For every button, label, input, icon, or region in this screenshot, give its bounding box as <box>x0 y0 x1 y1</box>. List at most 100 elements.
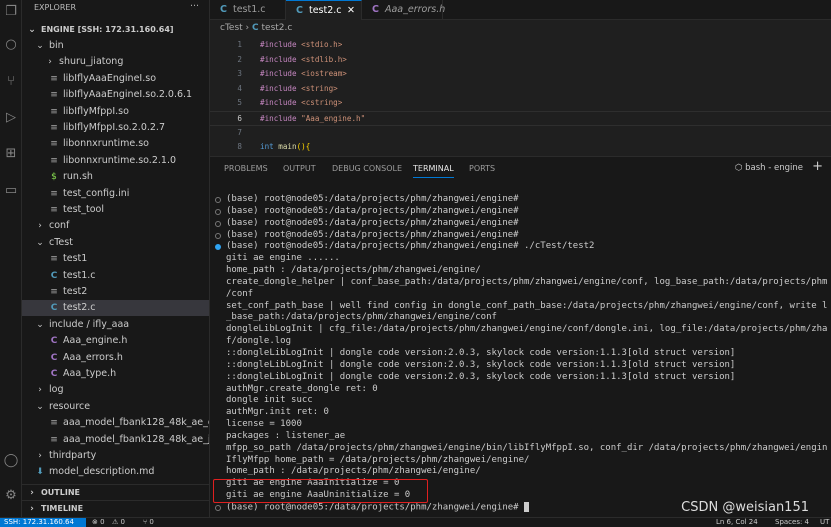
tree-item[interactable]: ≡ test1 <box>22 251 209 267</box>
new-terminal-button[interactable]: + <box>812 159 823 174</box>
run-debug-icon[interactable]: ▷ <box>2 110 20 125</box>
c-header-icon: C <box>50 336 58 347</box>
activity-bar: ❐ ○ ⑂ ▷ ⊞ ▭ ◯ ⚙ <box>0 0 22 517</box>
tree-item[interactable]: ≡ libIflyMfppI.so <box>22 104 209 120</box>
tree-item[interactable]: › shuru_jiatong <box>22 54 209 70</box>
c-header-icon: C <box>372 4 379 15</box>
tree-item[interactable]: ≡ aaa_model_fbank128_48k_ae_jians... <box>22 432 209 448</box>
tree-item[interactable]: ≡ aaa_model_fbank128_48k_ae_dianji... <box>22 415 209 431</box>
tree-item[interactable]: C Aaa_errors.h <box>22 350 209 366</box>
tree-item[interactable]: ≡ libonnxruntime.so.2.1.0 <box>22 153 209 169</box>
outline-section[interactable]: › OUTLINE <box>22 484 209 500</box>
tab-test1-c[interactable]: Ctest1.c <box>210 0 286 20</box>
tree-item[interactable]: ⌄ bin <box>22 38 209 54</box>
tree-item-label: test2.c <box>63 302 96 314</box>
account-icon[interactable]: ◯ <box>2 453 20 468</box>
terminal-line: license = 1000 <box>215 419 827 431</box>
tree-item[interactable]: ≡ libIflyAaaEngineI.so <box>22 71 209 87</box>
chevron-down-icon: ⌄ <box>36 237 44 248</box>
tab-aaa-errors-h[interactable]: C Aaa_errors.h <box>362 0 445 20</box>
tree-item[interactable]: $ run.sh <box>22 169 209 185</box>
terminal-cursor <box>524 501 530 512</box>
close-icon[interactable]: ✕ <box>347 1 355 20</box>
panel-tab-output[interactable]: OUTPUT <box>283 164 316 173</box>
code-line[interactable]: 1 #include <stdio.h> <box>210 38 831 53</box>
more-actions-button[interactable]: ··· <box>190 1 199 12</box>
breadcrumb-file[interactable]: test2.c <box>262 23 293 33</box>
tree-item[interactable]: › conf <box>22 218 209 234</box>
tree-item[interactable]: C Aaa_type.h <box>22 366 209 382</box>
panel-tab-debug-console[interactable]: DEBUG CONSOLE <box>332 164 402 173</box>
gear-icon[interactable]: ⚙ <box>2 488 20 503</box>
terminal-line: authMgr.create_dongle ret: 0 <box>215 384 827 396</box>
tree-item[interactable]: › log <box>22 382 209 398</box>
ports-count[interactable]: ⑂ 0 <box>143 518 154 526</box>
chevron-right-icon: › <box>38 385 42 396</box>
bottom-panel: PROBLEMS OUTPUT DEBUG CONSOLE TERMINAL PORTS… <box>210 156 831 517</box>
command-decoration-icon[interactable] <box>215 504 221 511</box>
indentation[interactable]: Spaces: 4 <box>775 518 809 526</box>
tree-item[interactable]: ≡ test2 <box>22 284 209 300</box>
preprocessor-directive: #include <box>260 83 297 93</box>
code-line[interactable]: 5 #include <cstring> <box>210 96 831 111</box>
tree-item[interactable]: C Aaa_engine.h <box>22 333 209 349</box>
code-line[interactable]: 6 #include "Aaa_engine.h" <box>210 110 831 126</box>
tree-item[interactable]: ⌄ resource <box>22 399 209 415</box>
workspace-root[interactable]: ⌄ ENGINE [SSH: 172.31.160.64] <box>22 22 209 38</box>
command-decoration-icon[interactable] <box>215 220 221 227</box>
tree-item[interactable]: ≡ libIflyMfppI.so.2.0.2.7 <box>22 120 209 136</box>
search-icon[interactable]: ○ <box>2 37 20 52</box>
tree-item[interactable]: › thirdparty <box>22 448 209 464</box>
encoding[interactable]: UT <box>820 518 829 526</box>
command-decoration-icon[interactable] <box>215 197 221 203</box>
code-line[interactable]: 7 <box>210 126 831 141</box>
tree-item[interactable]: ≡ libonnxruntime.so <box>22 136 209 152</box>
panel-tab-problems[interactable]: PROBLEMS <box>224 164 268 173</box>
command-decoration-icon[interactable] <box>215 232 221 239</box>
tree-item[interactable]: ⌄ cTest <box>22 235 209 251</box>
tree-item[interactable]: Ctest2.c <box>22 300 209 317</box>
tree-item-label: Aaa_engine.h <box>63 335 128 347</box>
chevron-down-icon: ⌄ <box>36 319 44 330</box>
code-line[interactable]: 4 #include <string> <box>210 82 831 97</box>
line-number: 2 <box>237 54 242 64</box>
explorer-title: EXPLORER <box>34 3 76 12</box>
timeline-section[interactable]: › TIMELINE <box>22 500 209 516</box>
tab-test2-c[interactable]: Ctest2.c ✕ <box>286 0 362 20</box>
code-lines[interactable]: 1 #include <stdio.h> 2 #include <stdlib.h> 3… <box>210 38 831 155</box>
breadcrumb-folder[interactable]: cTest <box>220 23 243 33</box>
file-icon: ≡ <box>50 123 58 133</box>
tab-label: test1.c <box>232 4 266 15</box>
terminal-line: IflyMfpp home_path = /data/projects/phm/… <box>215 455 827 467</box>
terminal-text: IflyMfpp home_path = /data/projects/phm/… <box>226 454 530 465</box>
panel-tab-terminal[interactable]: TERMINAL <box>413 164 454 178</box>
command-decoration-icon[interactable] <box>215 244 221 251</box>
file-icon: ≡ <box>50 418 58 429</box>
panel-tab-ports[interactable]: PORTS <box>469 164 495 173</box>
warnings-count[interactable]: ⚠ 0 <box>112 518 125 526</box>
source-control-icon[interactable]: ⑂ <box>2 74 20 89</box>
cursor-position[interactable]: Ln 6, Col 24 <box>716 518 758 526</box>
code-line[interactable]: 8 int main(){ <box>210 140 831 155</box>
terminal-output[interactable]: (base) root@node05:/data/projects/phm/zh… <box>215 194 827 514</box>
tree-item[interactable]: ≡ libIflyAaaEngineI.so.2.0.6.1 <box>22 87 209 103</box>
tree-item[interactable]: ⬇ model_description.md <box>22 464 209 480</box>
tree-item[interactable]: ≡ test_config.ini <box>22 186 209 202</box>
command-decoration-icon[interactable] <box>215 208 221 215</box>
extensions-icon[interactable]: ⊞ <box>2 146 20 161</box>
terminal-selector[interactable]: ⬡ bash - engine <box>735 163 803 173</box>
tree-item[interactable]: Ctest1.c <box>22 268 209 284</box>
file-icon: ≡ <box>50 287 58 297</box>
terminal-text: set_conf_path_base | well find config in… <box>226 300 828 311</box>
terminal-line: ::dongleLibLogInit | dongle code version… <box>215 360 827 372</box>
terminal-text: (base) root@node05:/data/projects/phm/zh… <box>226 241 595 252</box>
errors-count[interactable]: ⊗ 0 <box>92 518 105 526</box>
tree-item[interactable]: ≡ test_tool <box>22 202 209 218</box>
code-line[interactable]: 2 #include <stdlib.h> <box>210 53 831 68</box>
remote-explorer-icon[interactable]: ▭ <box>2 183 20 198</box>
terminal-text: authMgr.create_dongle ret: 0 <box>226 383 378 394</box>
files-icon[interactable]: ❐ <box>2 4 20 19</box>
code-line[interactable]: 3 #include <iostream> <box>210 67 831 82</box>
tree-item-label: test1.c <box>63 269 96 281</box>
tree-item[interactable]: ⌄ include / ifly_aaa <box>22 317 209 333</box>
